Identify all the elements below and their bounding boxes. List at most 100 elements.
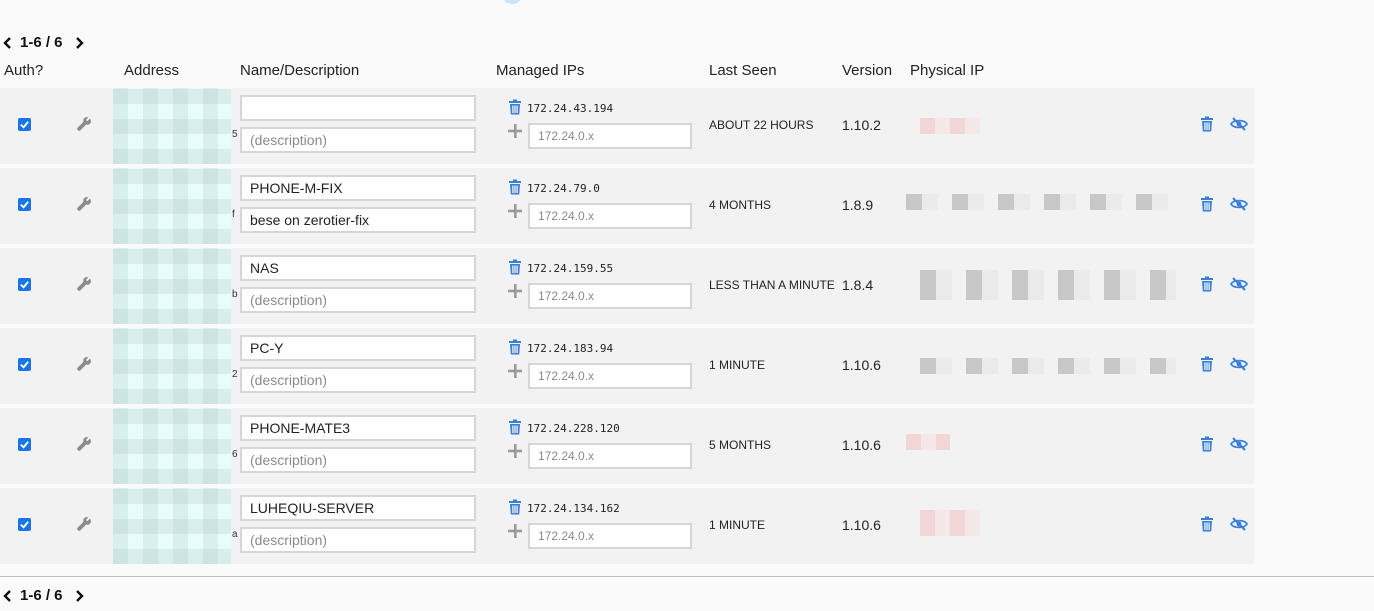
managed-ip-value: 172.24.79.0 bbox=[527, 182, 600, 195]
wrench-icon[interactable] bbox=[76, 436, 92, 457]
auth-checkbox[interactable] bbox=[18, 118, 31, 131]
hide-member-icon[interactable] bbox=[1229, 517, 1249, 536]
wrench-icon[interactable] bbox=[76, 196, 92, 217]
header-name[interactable]: Name/Description bbox=[240, 62, 359, 79]
add-ip-input[interactable] bbox=[528, 123, 692, 149]
header-managed-ips[interactable]: Managed IPs bbox=[496, 62, 584, 79]
name-input[interactable] bbox=[240, 175, 476, 201]
add-ip-icon[interactable] bbox=[508, 284, 522, 303]
delete-member-icon[interactable] bbox=[1200, 116, 1214, 137]
header-last-seen[interactable]: Last Seen bbox=[709, 62, 777, 79]
name-input[interactable] bbox=[240, 335, 476, 361]
address-tail: b bbox=[232, 289, 238, 300]
pagination-label: 1-6 / 6 bbox=[20, 34, 63, 51]
delete-member-icon[interactable] bbox=[1200, 516, 1214, 537]
wrench-icon[interactable] bbox=[76, 516, 92, 537]
hide-member-icon[interactable] bbox=[1229, 437, 1249, 456]
hide-member-icon[interactable] bbox=[1229, 277, 1249, 296]
description-input[interactable] bbox=[240, 447, 476, 473]
managed-ip-value: 172.24.43.194 bbox=[527, 102, 614, 115]
name-input[interactable] bbox=[240, 495, 476, 521]
delete-ip-icon[interactable] bbox=[508, 499, 522, 518]
auth-checkbox[interactable] bbox=[18, 358, 31, 371]
name-input[interactable] bbox=[240, 95, 476, 121]
description-input[interactable] bbox=[240, 287, 476, 313]
version-value: 1.8.4 bbox=[842, 277, 874, 293]
version-value: 1.8.9 bbox=[842, 197, 874, 213]
pagination-bottom: 1-6 / 6 bbox=[0, 587, 87, 604]
address-redacted bbox=[113, 168, 231, 244]
hide-member-icon[interactable] bbox=[1229, 117, 1249, 136]
delete-ip-icon[interactable] bbox=[508, 179, 522, 198]
version-value: 1.10.6 bbox=[842, 437, 881, 453]
add-ip-input[interactable] bbox=[528, 523, 692, 549]
add-ip-icon[interactable] bbox=[508, 524, 522, 543]
delete-ip-icon[interactable] bbox=[508, 259, 522, 278]
pagination-label: 1-6 / 6 bbox=[20, 587, 63, 604]
description-input[interactable] bbox=[240, 127, 476, 153]
add-ip-input[interactable] bbox=[528, 443, 692, 469]
managed-ip: 172.24.43.194 bbox=[508, 99, 613, 118]
auth-checkbox[interactable] bbox=[18, 278, 31, 291]
managed-ip-value: 172.24.134.162 bbox=[527, 502, 620, 515]
delete-member-icon[interactable] bbox=[1200, 436, 1214, 457]
address-tail: f bbox=[232, 209, 235, 220]
member-row: 6 172.24.228.120 5 MONTHS 1.10.6 bbox=[0, 408, 1254, 484]
last-seen-value: 5 MONTHS bbox=[709, 438, 772, 452]
next-page-icon[interactable] bbox=[71, 35, 87, 51]
delete-ip-icon[interactable] bbox=[508, 419, 522, 438]
managed-ip: 172.24.228.120 bbox=[508, 419, 620, 438]
delete-member-icon[interactable] bbox=[1200, 356, 1214, 377]
header-auth[interactable]: Auth? bbox=[4, 62, 43, 79]
description-input[interactable] bbox=[240, 367, 476, 393]
header-address[interactable]: Address bbox=[124, 62, 179, 79]
wrench-icon[interactable] bbox=[76, 116, 92, 137]
add-ip-input[interactable] bbox=[528, 363, 692, 389]
delete-ip-icon[interactable] bbox=[508, 99, 522, 118]
checkmark-icon bbox=[18, 278, 31, 291]
delete-ip-icon[interactable] bbox=[508, 339, 522, 358]
add-ip-icon[interactable] bbox=[508, 204, 522, 223]
name-input[interactable] bbox=[240, 415, 476, 441]
add-ip-icon[interactable] bbox=[508, 444, 522, 463]
description-input[interactable] bbox=[240, 207, 476, 233]
managed-ip-value: 172.24.228.120 bbox=[527, 422, 620, 435]
header-physical-ip[interactable]: Physical IP bbox=[910, 62, 984, 79]
auth-checkbox[interactable] bbox=[18, 198, 31, 211]
hide-member-icon[interactable] bbox=[1229, 357, 1249, 376]
address-tail: 2 bbox=[232, 369, 238, 380]
wrench-icon[interactable] bbox=[76, 276, 92, 297]
member-row: 5 172.24.43.194 ABOUT 22 HOURS 1.10.2 bbox=[0, 88, 1254, 164]
divider bbox=[0, 576, 1374, 577]
physical-ip-redacted bbox=[906, 194, 1176, 210]
address-tail: a bbox=[232, 529, 238, 540]
name-input[interactable] bbox=[240, 255, 476, 281]
add-ip-input[interactable] bbox=[528, 203, 692, 229]
auth-checkbox[interactable] bbox=[18, 438, 31, 451]
add-ip-input[interactable] bbox=[528, 283, 692, 309]
auth-checkbox[interactable] bbox=[18, 518, 31, 531]
address-tail: 6 bbox=[232, 449, 238, 460]
next-page-icon[interactable] bbox=[71, 588, 87, 604]
add-ip-icon[interactable] bbox=[508, 364, 522, 383]
last-seen-value: ABOUT 22 HOURS bbox=[709, 118, 814, 132]
add-ip-icon[interactable] bbox=[508, 124, 522, 143]
member-row: f 172.24.79.0 4 MONTHS 1.8.9 bbox=[0, 168, 1254, 244]
managed-ip: 172.24.79.0 bbox=[508, 179, 600, 198]
description-input[interactable] bbox=[240, 527, 476, 553]
address-redacted bbox=[113, 328, 231, 404]
last-seen-value: LESS THAN A MINUTE bbox=[709, 278, 835, 292]
prev-page-icon[interactable] bbox=[0, 35, 16, 51]
physical-ip-redacted bbox=[920, 358, 1176, 374]
hide-member-icon[interactable] bbox=[1229, 197, 1249, 216]
delete-member-icon[interactable] bbox=[1200, 276, 1214, 297]
prev-page-icon[interactable] bbox=[0, 588, 16, 604]
table-header: Auth? Address Name/Description Managed I… bbox=[0, 60, 1374, 82]
delete-member-icon[interactable] bbox=[1200, 196, 1214, 217]
wrench-icon[interactable] bbox=[76, 356, 92, 377]
version-value: 1.10.6 bbox=[842, 357, 881, 373]
address-redacted bbox=[113, 488, 231, 564]
version-value: 1.10.2 bbox=[842, 117, 881, 133]
header-version[interactable]: Version bbox=[842, 62, 892, 79]
address-redacted bbox=[113, 88, 231, 164]
